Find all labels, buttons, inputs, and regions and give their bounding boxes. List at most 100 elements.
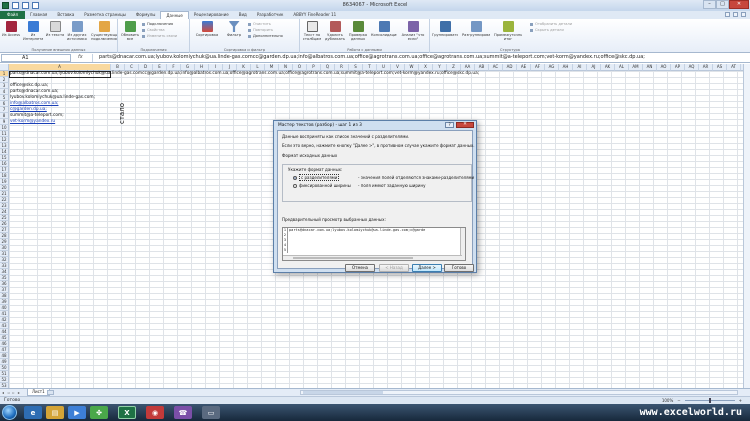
- column-header[interactable]: AL: [615, 64, 629, 71]
- insert-function-icon[interactable]: fx: [78, 54, 83, 60]
- column-header[interactable]: AK: [601, 64, 615, 71]
- column-header[interactable]: AD: [503, 64, 517, 71]
- what-if-analysis-button[interactable]: Анализ "что если": [400, 21, 426, 41]
- advanced-filter-button[interactable]: Дополнительно: [248, 33, 283, 39]
- from-access-button[interactable]: Из Access: [1, 21, 21, 37]
- column-header[interactable]: AF: [531, 64, 545, 71]
- column-header[interactable]: T: [363, 64, 377, 71]
- back-button[interactable]: < Назад: [379, 264, 409, 272]
- sort-button[interactable]: Сортировка: [194, 21, 220, 37]
- ungroup-button[interactable]: Разгруппировать: [462, 21, 490, 37]
- column-header[interactable]: AN: [643, 64, 657, 71]
- dialog-help-icon[interactable]: ?: [445, 122, 454, 128]
- column-header[interactable]: N: [279, 64, 293, 71]
- ie-icon[interactable]: e: [24, 406, 42, 419]
- excel-taskbar-icon[interactable]: X: [118, 406, 136, 419]
- remove-duplicates-button[interactable]: Удалить дубликаты: [325, 21, 345, 41]
- radio-fixed-dot[interactable]: [293, 184, 297, 188]
- maximize-button[interactable]: □: [716, 0, 729, 9]
- column-header[interactable]: H: [195, 64, 209, 71]
- sheet-navigation-arrows[interactable]: ◂ ◃ ▹ ▸: [2, 390, 21, 395]
- column-header[interactable]: M: [265, 64, 279, 71]
- column-header[interactable]: AT: [727, 64, 741, 71]
- column-header[interactable]: K: [237, 64, 251, 71]
- tab-4[interactable]: Данные: [160, 11, 189, 19]
- column-header[interactable]: Z: [447, 64, 461, 71]
- radio-delimited-dot[interactable]: [293, 176, 297, 180]
- preview-horizontal-scrollbar[interactable]: [283, 255, 462, 260]
- column-header[interactable]: F: [167, 64, 181, 71]
- ribbon-close-icon[interactable]: [741, 12, 746, 17]
- cancel-button[interactable]: Отмена: [345, 264, 375, 272]
- radio-delimited[interactable]: с разделителями - значения полей отделяю…: [293, 174, 474, 181]
- edit-links-button[interactable]: Изменить связи: [142, 33, 177, 39]
- tab-5[interactable]: Рецензирование: [189, 11, 234, 19]
- from-other-sources-button[interactable]: Из других источников: [67, 21, 87, 41]
- column-header[interactable]: AH: [559, 64, 573, 71]
- from-web-button[interactable]: Из Интернета: [23, 21, 43, 41]
- column-header[interactable]: O: [293, 64, 307, 71]
- help-icon[interactable]: [725, 12, 730, 17]
- column-header[interactable]: C: [125, 64, 139, 71]
- cell-a9[interactable]: vet-korm@yandex.ru: [10, 119, 55, 125]
- column-header[interactable]: AA: [461, 64, 475, 71]
- refresh-all-button[interactable]: Обновить все: [120, 21, 140, 41]
- column-header[interactable]: AO: [657, 64, 671, 71]
- finish-button[interactable]: Готово: [444, 264, 474, 272]
- start-button[interactable]: [2, 405, 17, 420]
- column-header[interactable]: V: [391, 64, 405, 71]
- zoom-level[interactable]: 100%: [662, 398, 673, 403]
- radio-fixed-width[interactable]: фиксированной ширины - поля имеют заданн…: [293, 183, 425, 188]
- new-sheet-icon[interactable]: [47, 390, 54, 395]
- existing-connections-button[interactable]: Существующие подключения: [91, 21, 117, 41]
- consolidate-button[interactable]: Консолидация: [371, 21, 397, 37]
- dialog-close-icon[interactable]: ✕: [456, 122, 474, 128]
- group-button[interactable]: Группировать: [432, 21, 458, 37]
- column-header[interactable]: AE: [517, 64, 531, 71]
- data-preview[interactable]: 1 parts@dnacar.com.ua;lyubov.kolomiychuk@…: [282, 227, 466, 261]
- minimize-button[interactable]: –: [703, 0, 716, 9]
- from-text-button[interactable]: Из текста: [45, 21, 65, 37]
- column-header[interactable]: P: [307, 64, 321, 71]
- explorer-icon[interactable]: ▤: [46, 406, 64, 419]
- tab-0[interactable]: Главная: [25, 11, 52, 19]
- viber-icon[interactable]: ☎: [174, 406, 192, 419]
- puzzle-icon[interactable]: ✤: [90, 406, 108, 419]
- column-header[interactable]: AI: [573, 64, 587, 71]
- filter-button[interactable]: Фильтр: [224, 21, 244, 37]
- close-window-button[interactable]: ✕: [729, 0, 749, 9]
- column-header[interactable]: R: [335, 64, 349, 71]
- column-header[interactable]: G: [181, 64, 195, 71]
- column-header[interactable]: AJ: [587, 64, 601, 71]
- column-header[interactable]: B: [111, 64, 125, 71]
- next-button[interactable]: Далее >: [412, 264, 442, 272]
- name-box[interactable]: A1: [1, 54, 71, 62]
- zoom-in-icon[interactable]: +: [739, 398, 742, 403]
- tab-1[interactable]: Вставка: [52, 11, 79, 19]
- column-header[interactable]: AB: [475, 64, 489, 71]
- media-player-icon[interactable]: ▶: [68, 406, 86, 419]
- hide-detail-button[interactable]: Скрыть детали: [530, 27, 572, 33]
- column-header[interactable]: AS: [713, 64, 727, 71]
- tab-3[interactable]: Формулы: [131, 11, 161, 19]
- radio-fixed-label[interactable]: фиксированной ширины: [299, 183, 351, 188]
- column-header[interactable]: Q: [321, 64, 335, 71]
- folder-taskbar-icon[interactable]: ▭: [202, 406, 220, 419]
- zoom-out-icon[interactable]: −: [677, 398, 680, 403]
- column-header[interactable]: U: [377, 64, 391, 71]
- subtotal-button[interactable]: Промежуточный итог: [494, 21, 522, 41]
- horizontal-scroll-thumb[interactable]: [303, 391, 383, 394]
- app-taskbar-icon[interactable]: ◉: [146, 406, 164, 419]
- column-header[interactable]: AM: [629, 64, 643, 71]
- column-header[interactable]: D: [139, 64, 153, 71]
- column-header[interactable]: J: [223, 64, 237, 71]
- data-validation-button[interactable]: Проверка данных: [348, 21, 368, 41]
- column-header[interactable]: AR: [699, 64, 713, 71]
- preview-scroll-thumb[interactable]: [293, 257, 413, 259]
- ribbon-minimize-icon[interactable]: [733, 12, 738, 17]
- tab-6[interactable]: Вид: [234, 11, 252, 19]
- radio-delimited-label[interactable]: с разделителями: [299, 174, 340, 181]
- column-header[interactable]: AP: [671, 64, 685, 71]
- column-header[interactable]: A: [9, 64, 111, 71]
- column-header[interactable]: W: [405, 64, 419, 71]
